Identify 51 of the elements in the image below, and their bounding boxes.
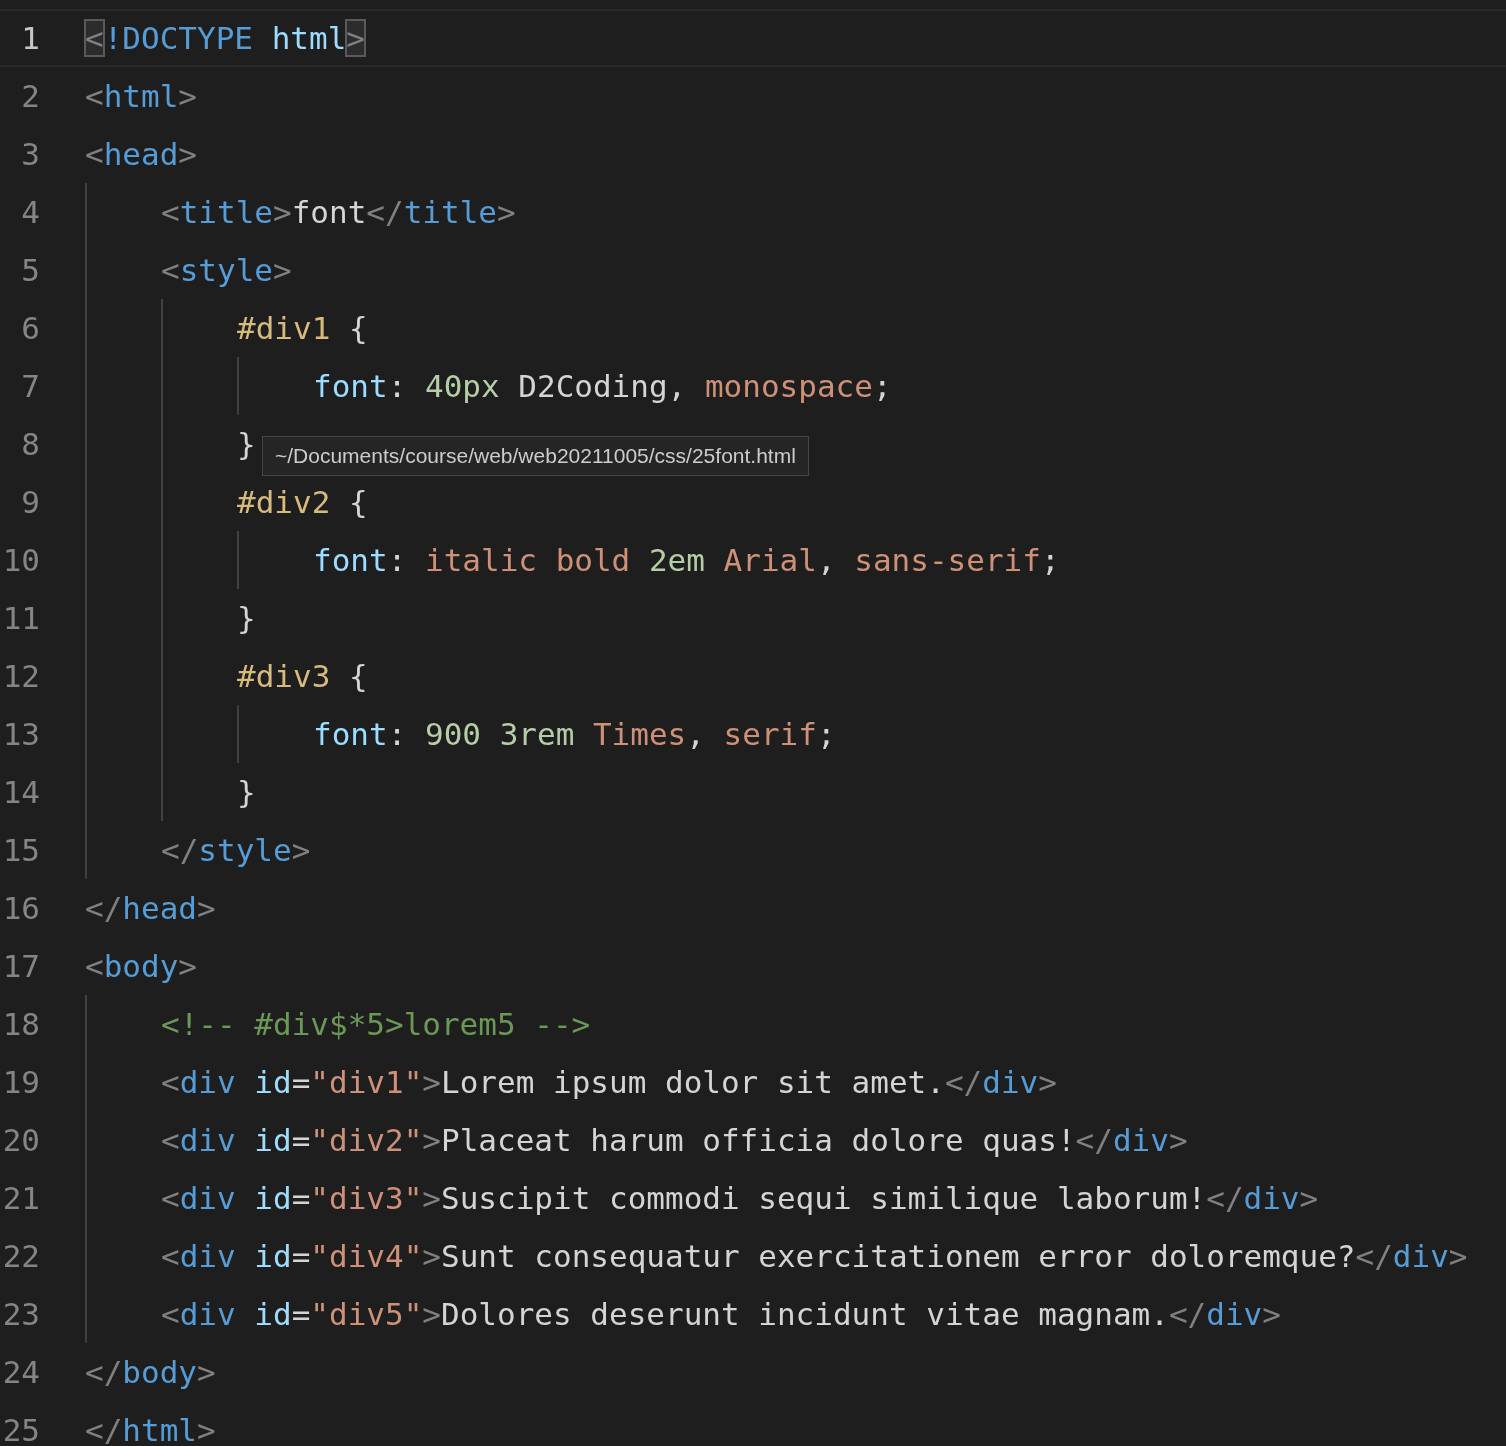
line-number: 24: [1, 1354, 40, 1390]
code-line: #div2 {: [237, 483, 368, 522]
code-line: #div1 {: [237, 309, 368, 348]
code-line: font: 900 3rem Times, serif;: [313, 715, 836, 754]
line-number: 23: [1, 1296, 40, 1332]
line-number: 11: [1, 600, 40, 636]
line-number: 12: [1, 658, 40, 694]
code-line: }: [237, 599, 256, 638]
code-line: <body>: [85, 947, 197, 986]
line-number: 7: [20, 368, 40, 404]
code-line: font: 40px D2Coding, monospace;: [313, 367, 892, 406]
code-line: <div id="div1">Lorem ipsum dolor sit amet.</div>: [161, 1063, 1057, 1102]
line-number: 13: [1, 716, 40, 752]
code-line: <div id="div5">Dolores deserunt incidunt vitae magnam.</div>: [161, 1295, 1281, 1334]
line-number: 8: [20, 426, 40, 462]
line-number: 17: [1, 948, 40, 984]
line-number: 21: [1, 1180, 40, 1216]
code-line: font: italic bold 2em Arial, sans-serif;: [313, 541, 1060, 580]
code-line: </style>: [161, 831, 311, 870]
line-number: 16: [1, 890, 40, 926]
code-line: <div id="div4">Sunt consequatur exercitationem error doloremque?</div>: [161, 1237, 1468, 1276]
code-line: <style>: [161, 251, 292, 290]
line-number: 20: [1, 1122, 40, 1158]
line-number: 2: [20, 78, 40, 114]
line-number: 4: [20, 194, 40, 230]
code-line: }: [237, 425, 256, 464]
line-number: 10: [1, 542, 40, 578]
code-line: <div id="div3">Suscipit commodi sequi similique laborum!</div>: [161, 1179, 1319, 1218]
line-number: 9: [20, 484, 40, 520]
code-line: <!DOCTYPE html>: [85, 19, 365, 58]
line-number: 22: [1, 1238, 40, 1274]
code-line: </head>: [85, 889, 216, 928]
code-line: </body>: [85, 1353, 216, 1392]
file-path-tooltip: ~/Documents/course/web/web20211005/css/25font.html: [262, 436, 809, 476]
code-line: <title>font</title>: [161, 193, 516, 232]
code-line: <head>: [85, 135, 197, 174]
line-number: 25: [1, 1412, 40, 1446]
code-line: </html>: [85, 1411, 216, 1446]
line-number: 1: [20, 20, 40, 56]
line-number: 18: [1, 1006, 40, 1042]
line-number: 14: [1, 774, 40, 810]
line-number: 5: [20, 252, 40, 288]
line-number: 15: [1, 832, 40, 868]
line-number: 3: [20, 136, 40, 172]
code-line: }: [237, 773, 256, 812]
code-line: <!-- #div$*5>lorem5 -->: [161, 1005, 591, 1044]
code-line: <html>: [85, 77, 197, 116]
line-number: 19: [1, 1064, 40, 1100]
code-line: #div3 {: [237, 657, 368, 696]
code-line: <div id="div2">Placeat harum officia dolore quas!</div>: [161, 1121, 1188, 1160]
line-number: 6: [20, 310, 40, 346]
